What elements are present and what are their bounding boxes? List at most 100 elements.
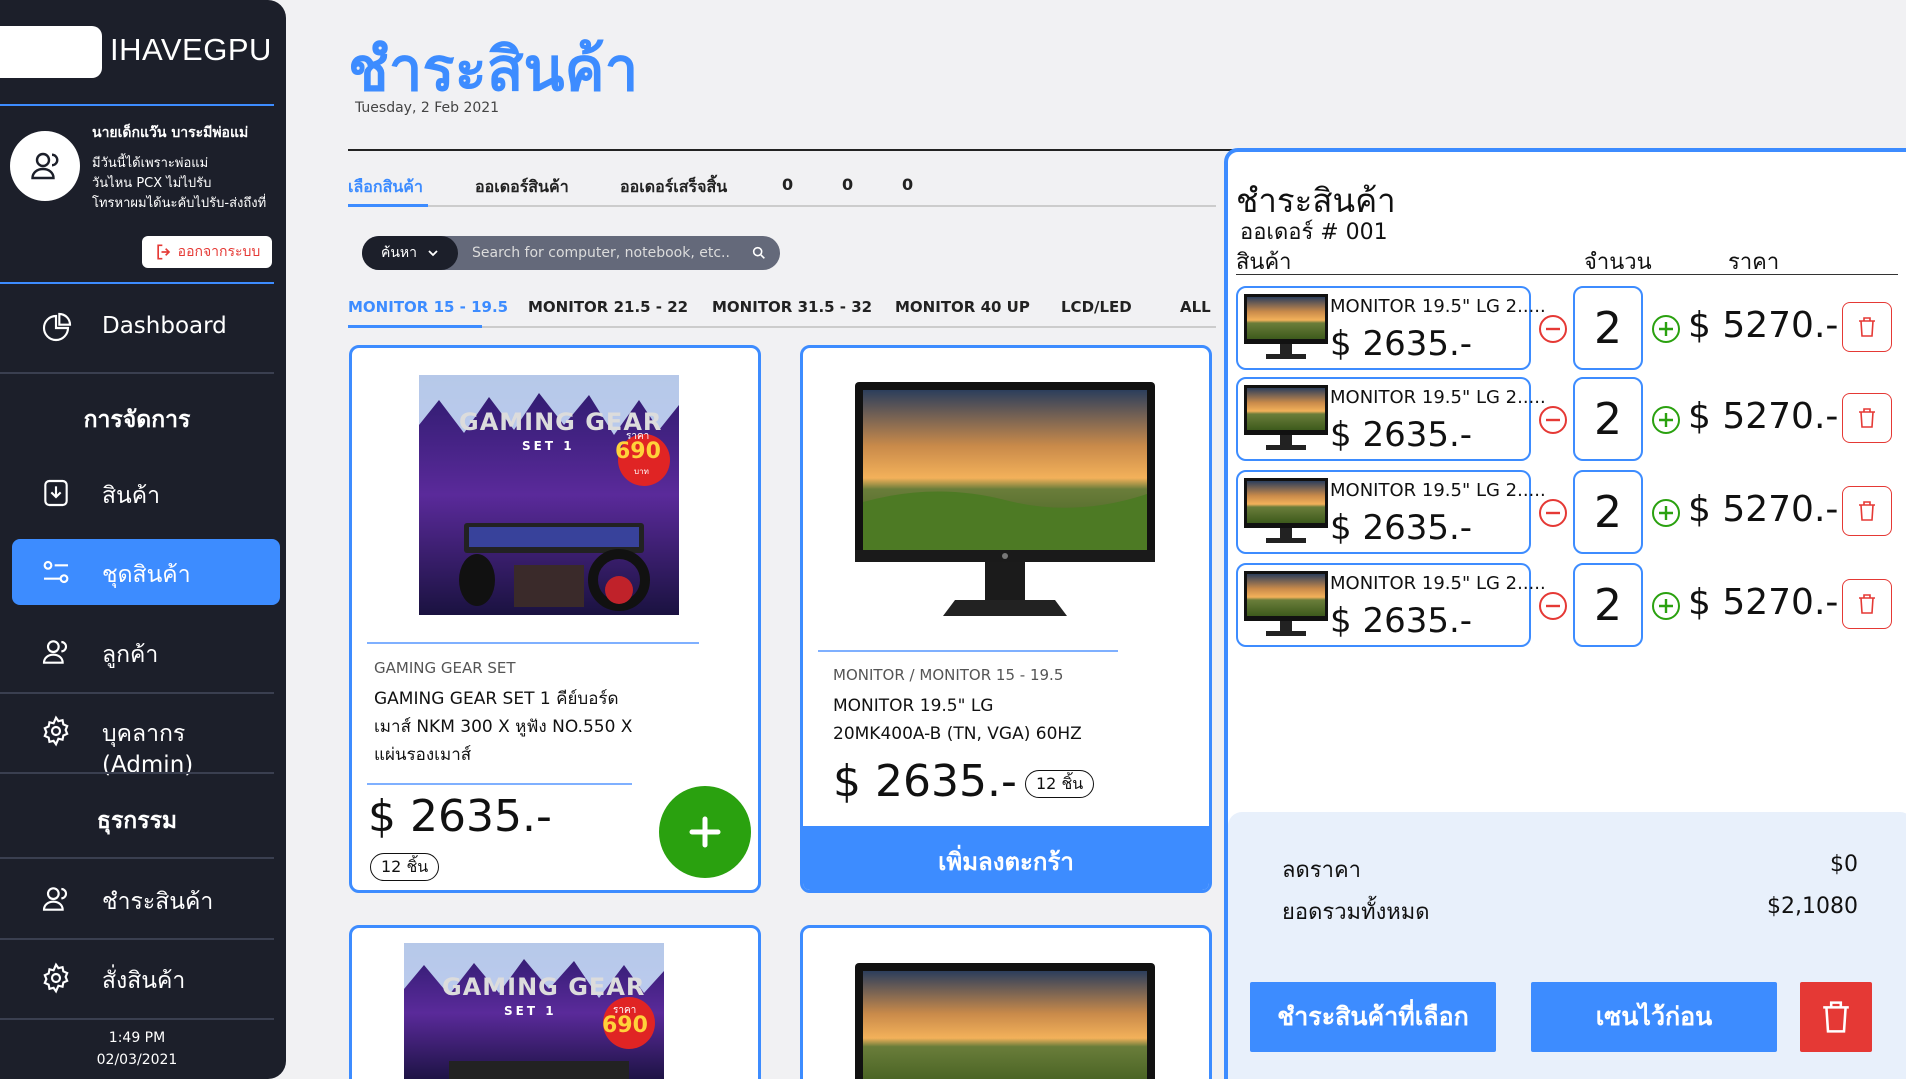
tab-select-products[interactable]: เลือกสินค้า	[348, 175, 423, 200]
item-thumbnail	[1244, 385, 1328, 450]
increase-quantity-button[interactable]	[1651, 498, 1681, 528]
profile-name: นายเด็กแว๊น บาระมีพ่อแม่	[92, 125, 249, 141]
avatar[interactable]	[10, 131, 80, 201]
category-tab[interactable]: MONITOR 15 - 19.5	[348, 298, 508, 316]
brand[interactable]: IHAVEGPU	[0, 26, 286, 78]
cart-item-card[interactable]: MONITOR 19.5" LG 2..... $ 2635.-	[1236, 286, 1546, 370]
download-box-icon	[44, 479, 68, 507]
stock-badge: 12 ชิ้น	[1025, 770, 1095, 798]
cart-item-card[interactable]: MONITOR 19.5" LG 2..... $ 2635.-	[1236, 563, 1546, 647]
tab-orders[interactable]: ออเดอร์สินค้า	[475, 175, 569, 200]
gear-icon	[43, 962, 69, 994]
divider	[818, 650, 1118, 652]
remove-item-button[interactable]	[1842, 579, 1892, 629]
promo-set: SET 1	[504, 1004, 557, 1018]
active-tab-indicator	[348, 204, 428, 207]
chevron-down-icon	[428, 250, 438, 257]
section-heading-manage: การจัดการ	[83, 407, 191, 433]
product-card[interactable]: GAMING GEAR SET 1 ราคา 690	[349, 925, 761, 1079]
logout-button[interactable]: ออกจากระบบ	[142, 236, 272, 268]
nav-products[interactable]: สินค้า	[0, 455, 274, 531]
users-icon	[42, 640, 67, 664]
add-to-cart-button[interactable]: เพิ่มลงตะกร้า	[803, 826, 1209, 890]
product-name-line: เมาส์ NKM 300 X หูฟัง NO.550 X	[374, 717, 633, 737]
divider	[0, 1018, 274, 1020]
quantity-value[interactable]: 2	[1573, 286, 1643, 370]
category-bar: MONITOR 15 - 19.5 MONITOR 21.5 - 22 MONI…	[348, 296, 1216, 328]
nav-staff-admin[interactable]: บุคลากร (Admin)	[0, 693, 274, 778]
clear-cart-button[interactable]	[1800, 982, 1872, 1052]
decrease-quantity-button[interactable]	[1538, 591, 1568, 621]
divider	[348, 149, 1238, 151]
tab-bar: เลือกสินค้า ออเดอร์สินค้า ออเดอร์เสร็จสิ…	[348, 175, 1216, 207]
category-tab[interactable]: MONITOR 31.5 - 32	[712, 298, 872, 316]
item-thumbnail	[1244, 294, 1328, 359]
tab-completed-orders[interactable]: ออเดอร์เสร็จสิ้น	[620, 175, 727, 200]
brand-name: IHAVEGPU	[110, 32, 272, 67]
product-card[interactable]: GAMING GEAR SET 1 ราคา 690 บาท GAMING GE…	[349, 345, 761, 893]
stock-badge: 12 ชิ้น	[370, 853, 440, 881]
search-type-select[interactable]: ค้นหา	[362, 236, 458, 270]
nav-dashboard[interactable]: Dashboard	[0, 290, 274, 366]
product-price: $ 2635.-	[368, 791, 552, 842]
divider	[0, 772, 274, 774]
search-icon[interactable]	[751, 245, 767, 261]
checkout-panel: ชำระสินค้า ออเดอร์ # 001 สินค้า จำนวน รา…	[1224, 148, 1906, 1079]
nav-orders[interactable]: สั่งสินค้า	[0, 940, 274, 1016]
product-name-line: MONITOR 19.5" LG	[833, 696, 994, 716]
product-name: MONITOR 19.5" LG 20MK400A-B (TN, VGA) 60…	[833, 692, 1082, 748]
discount-label: ลดราคา	[1282, 858, 1362, 883]
product-card[interactable]	[800, 925, 1212, 1079]
cart-item-card[interactable]: MONITOR 19.5" LG 2..... $ 2635.-	[1236, 377, 1546, 461]
category-tab[interactable]: MONITOR 21.5 - 22	[528, 298, 688, 316]
nav-checkout[interactable]: ชำระสินค้า	[0, 861, 274, 937]
divider	[367, 642, 699, 644]
divider	[0, 857, 274, 859]
remove-item-button[interactable]	[1842, 486, 1892, 536]
nav-label: Dashboard	[102, 313, 227, 339]
remove-item-button[interactable]	[1842, 393, 1892, 443]
nav-label: ลูกค้า	[102, 642, 159, 668]
nav-label: ชำระสินค้า	[102, 889, 214, 915]
increase-quantity-button[interactable]	[1651, 405, 1681, 435]
profile-bio-line: มีวันนี้ได้เพราะพ่อแม่	[92, 156, 209, 171]
brand-logo	[0, 26, 102, 78]
add-to-cart-button[interactable]	[659, 786, 751, 878]
nav-customers[interactable]: ลูกค้า	[0, 614, 274, 690]
product-price: $ 2635.-	[833, 756, 1017, 807]
decrease-quantity-button[interactable]	[1538, 405, 1568, 435]
tab-count[interactable]: 0	[902, 175, 913, 194]
search-input[interactable]	[472, 240, 742, 266]
order-summary: ลดราคา $0 ยอดรวมทั้งหมด $2,1080 ชำระสินค…	[1228, 812, 1906, 1079]
decrease-quantity-button[interactable]	[1538, 314, 1568, 344]
increase-quantity-button[interactable]	[1651, 314, 1681, 344]
category-tab[interactable]: LCD/LED	[1061, 298, 1132, 316]
category-tab[interactable]: ALL	[1180, 298, 1211, 316]
decrease-quantity-button[interactable]	[1538, 498, 1568, 528]
cart-item-card[interactable]: MONITOR 19.5" LG 2..... $ 2635.-	[1236, 470, 1546, 554]
remove-item-button[interactable]	[1842, 302, 1892, 352]
divider	[0, 104, 274, 106]
category-tab[interactable]: MONITOR 40 UP	[895, 298, 1030, 316]
logout-label: ออกจากระบบ	[177, 244, 261, 260]
quantity-value[interactable]: 2	[1573, 377, 1643, 461]
nav-label: บุคลากร (Admin)	[102, 721, 194, 778]
pay-selected-button[interactable]: ชำระสินค้าที่เลือก	[1250, 982, 1496, 1052]
tab-count[interactable]: 0	[782, 175, 793, 194]
nav-product-sets[interactable]: ชุดสินค้า	[12, 539, 280, 605]
item-total: $ 5270.-	[1688, 489, 1839, 530]
quantity-value[interactable]: 2	[1573, 470, 1643, 554]
hold-order-button[interactable]: เซนไว้ก่อน	[1531, 982, 1777, 1052]
increase-quantity-button[interactable]	[1651, 591, 1681, 621]
pie-chart-icon	[42, 312, 72, 342]
active-category-indicator	[348, 325, 482, 328]
tab-count[interactable]: 0	[842, 175, 853, 194]
promo-price: 690	[615, 439, 661, 464]
product-card[interactable]: MONITOR / MONITOR 15 - 19.5 MONITOR 19.5…	[800, 345, 1212, 893]
sidebar: IHAVEGPU นายเด็กแว๊น บาระมีพ่อแม่ มีวันน…	[0, 0, 286, 1079]
total-value: $2,1080	[1767, 894, 1858, 919]
quantity-value[interactable]: 2	[1573, 563, 1643, 647]
item-name: MONITOR 19.5" LG 2.....	[1330, 296, 1546, 317]
item-total: $ 5270.-	[1688, 582, 1839, 623]
divider	[367, 783, 632, 785]
